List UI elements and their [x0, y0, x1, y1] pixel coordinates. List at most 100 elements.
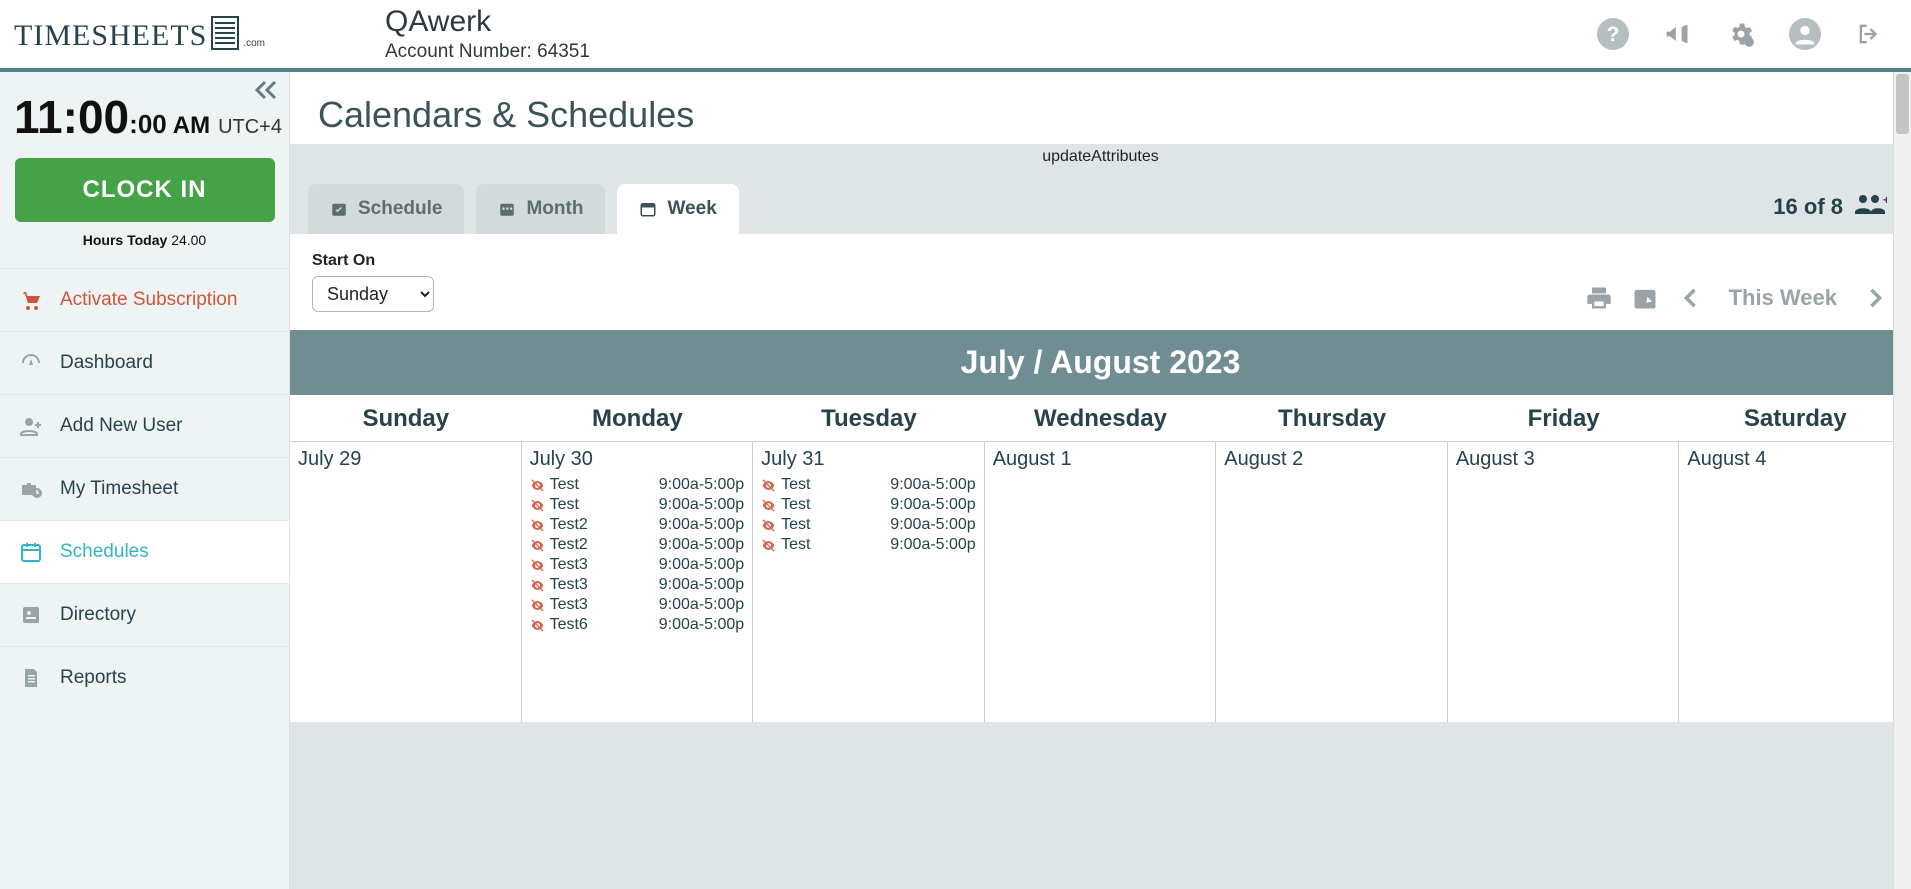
schedule-event[interactable]: Test29:00a-5:00p [530, 515, 745, 535]
eye-slash-icon [530, 618, 546, 633]
sidebar-item-label: Activate Subscription [60, 289, 237, 311]
event-name: Test [781, 476, 823, 494]
event-time: 9:00a-5:00p [890, 476, 975, 494]
svg-text:?: ? [1607, 23, 1620, 46]
schedule-event[interactable]: Test3 9:00a-5:00p [530, 555, 745, 575]
schedule-event[interactable]: Test 9:00a-5:00p [530, 495, 745, 515]
sidebar-item-label: My Timesheet [60, 478, 178, 500]
event-name: Test2 [550, 536, 592, 554]
vertical-scrollbar[interactable]: ▲ [1893, 72, 1911, 889]
print-icon[interactable] [1585, 284, 1613, 312]
tab-schedule[interactable]: Schedule [308, 184, 464, 234]
calendar-grid-icon [498, 200, 516, 218]
calendar-edit-icon[interactable] [1631, 284, 1659, 312]
schedule-event[interactable]: Test2 9:00a-5:00p [530, 535, 745, 555]
collapse-sidebar-icon[interactable] [251, 78, 281, 107]
event-time: 9:00a-5:00p [659, 496, 744, 514]
sidebar-item-dashboard[interactable]: Dashboard [0, 331, 289, 394]
day-cell[interactable]: August 2 [1216, 442, 1448, 722]
logout-icon[interactable] [1853, 18, 1885, 50]
day-cell[interactable]: July 29 [290, 442, 522, 722]
day-cell[interactable]: August 1 [985, 442, 1217, 722]
day-cell[interactable]: August 4 [1679, 442, 1911, 722]
event-name: Test [781, 516, 823, 534]
next-week-icon[interactable] [1861, 284, 1889, 312]
people-count-text: 16 of 8 [1773, 194, 1843, 220]
day-date: July 30 [530, 448, 745, 471]
event-time: 9:00a-5:00p [890, 496, 975, 514]
clock-block: 11:00:00 AM UTC+4 CLOCK IN Hours Today 2… [0, 72, 289, 268]
event-time: 9:00a-5:00p [659, 536, 744, 554]
sidebar-item-schedules[interactable]: Schedules [0, 520, 289, 583]
tab-label: Week [667, 198, 716, 220]
schedule-event[interactable]: Test9:00a-5:00p [530, 475, 745, 495]
day-header: Wednesday [985, 395, 1217, 442]
sidebar-item-reports[interactable]: Reports [0, 646, 289, 709]
eye-slash-icon [761, 518, 777, 533]
start-on-control: Start On Sunday [312, 252, 434, 312]
event-name: Test3 [550, 556, 592, 574]
schedule-event[interactable]: Test69:00a-5:00p [530, 615, 745, 635]
clock-in-button[interactable]: CLOCK IN [15, 158, 275, 222]
settings-gear-icon[interactable] [1725, 18, 1757, 50]
week-grid: SundayMondayTuesdayWednesdayThursdayFrid… [290, 395, 1911, 722]
sidebar-item-activate-subscription[interactable]: Activate Subscription [0, 268, 289, 331]
eye-slash-icon [761, 498, 777, 513]
user-plus-icon [18, 413, 44, 439]
event-time: 9:00a-5:00p [659, 616, 744, 634]
company-name: QAwerk [385, 5, 590, 39]
prev-week-icon[interactable] [1677, 284, 1705, 312]
people-group-icon: + [1853, 190, 1887, 224]
sidebar-item-add-user[interactable]: Add New User [0, 394, 289, 457]
event-time: 9:00a-5:00p [659, 516, 744, 534]
tab-label: Schedule [358, 198, 442, 220]
schedule-event[interactable]: Test39:00a-5:00p [530, 595, 745, 615]
this-week-button[interactable]: This Week [1723, 285, 1843, 311]
day-date: August 4 [1687, 448, 1903, 471]
day-cell[interactable]: July 31Test9:00a-5:00pTest9:00a-5:00pTes… [753, 442, 985, 722]
schedule-event[interactable]: Test39:00a-5:00p [530, 575, 745, 595]
sidebar-item-label: Directory [60, 604, 136, 626]
day-cell[interactable]: August 3 [1448, 442, 1680, 722]
schedule-event[interactable]: Test9:00a-5:00p [761, 495, 976, 515]
help-icon[interactable]: ? [1597, 18, 1629, 50]
sidebar-item-my-timesheet[interactable]: My Timesheet [0, 457, 289, 520]
briefcase-clock-icon [18, 476, 44, 502]
calendar-icon [18, 539, 44, 565]
scroll-thumb[interactable] [1896, 74, 1909, 134]
event-name: Test [550, 496, 592, 514]
event-time: 9:00a-5:00p [659, 556, 744, 574]
tab-week[interactable]: Week [617, 184, 738, 234]
day-date: August 1 [993, 448, 1208, 471]
hours-today: Hours Today 24.00 [14, 232, 275, 248]
event-time: 9:00a-5:00p [659, 576, 744, 594]
sidebar-item-directory[interactable]: Directory [0, 583, 289, 646]
user-avatar-icon[interactable] [1789, 18, 1821, 50]
gauge-icon [18, 350, 44, 376]
schedule-event[interactable]: Test9:00a-5:00p [761, 535, 976, 555]
start-on-select[interactable]: Sunday [312, 276, 434, 312]
day-header: Friday [1448, 395, 1680, 442]
sidebar-item-label: Add New User [60, 415, 183, 437]
contact-card-icon [18, 602, 44, 628]
day-date: July 29 [298, 448, 513, 471]
tab-month[interactable]: Month [476, 184, 605, 234]
day-cell[interactable]: July 30Test9:00a-5:00pTest9:00a-5:00pTes… [522, 442, 754, 722]
megaphone-icon[interactable] [1661, 18, 1693, 50]
sidebar-nav: Activate Subscription Dashboard Add New … [0, 268, 289, 709]
eye-slash-icon [761, 538, 777, 553]
people-count[interactable]: 16 of 8 + [1773, 190, 1893, 234]
logo[interactable]: TIMESHEETS .com [8, 16, 265, 53]
week-toolbar-panel: Start On Sunday This Week [290, 234, 1911, 330]
sidebar-item-label: Schedules [60, 541, 149, 563]
top-header: TIMESHEETS .com QAwerk Account Number: 6… [0, 0, 1911, 72]
panel-tools: This Week [1585, 284, 1889, 312]
event-name: Test [781, 536, 823, 554]
eye-slash-icon [530, 598, 546, 613]
schedule-event[interactable]: Test 9:00a-5:00p [761, 475, 976, 495]
event-time: 9:00a-5:00p [890, 516, 975, 534]
account-number: Account Number: 64351 [385, 41, 590, 63]
eye-slash-icon [530, 478, 546, 493]
schedule-event[interactable]: Test 9:00a-5:00p [761, 515, 976, 535]
sidebar: 11:00:00 AM UTC+4 CLOCK IN Hours Today 2… [0, 72, 290, 889]
